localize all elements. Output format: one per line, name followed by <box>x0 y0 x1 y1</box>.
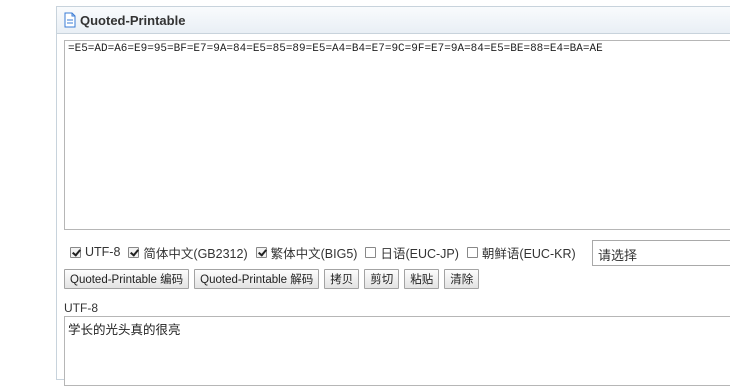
euc-jp-label: 日语(EUC-JP) <box>380 246 459 261</box>
decode-button[interactable]: Quoted-Printable 解码 <box>194 269 320 289</box>
charset-options: UTF-8 简体中文(GB2312) 繁体中文(BIG5) 日语(EUC-JP)… <box>70 240 584 264</box>
utf8-label: UTF-8 <box>85 245 121 259</box>
clear-button[interactable]: 清除 <box>444 269 480 289</box>
source-textarea[interactable]: =E5=AD=A6=E9=95=BF=E7=9A=84=E5=85=89=E5=… <box>64 40 730 230</box>
option-euc-jp[interactable]: 日语(EUC-JP) <box>365 243 459 262</box>
copy-button[interactable]: 拷贝 <box>324 269 360 289</box>
gb2312-checkbox[interactable] <box>128 246 140 258</box>
quoted-printable-panel: Quoted-Printable =E5=AD=A6=E9=95=BF=E7=9… <box>56 6 730 386</box>
euc-jp-checkbox[interactable] <box>365 246 377 258</box>
euc-kr-checkbox[interactable] <box>466 246 478 258</box>
output-charset-label: UTF-8 <box>64 301 98 315</box>
big5-checkbox[interactable] <box>255 246 267 258</box>
option-utf8[interactable]: UTF-8 <box>70 245 120 259</box>
charset-select[interactable]: 请选择 <box>592 240 730 266</box>
action-buttons: Quoted-Printable 编码 Quoted-Printable 解码 … <box>64 269 484 289</box>
panel-title: Quoted-Printable <box>80 12 186 28</box>
paste-button[interactable]: 粘贴 <box>404 269 440 289</box>
option-big5[interactable]: 繁体中文(BIG5) <box>255 243 358 262</box>
euc-kr-label: 朝鲜语(EUC-KR) <box>481 246 576 261</box>
utf8-checkbox[interactable] <box>70 246 81 258</box>
option-gb2312[interactable]: 简体中文(GB2312) <box>128 243 248 262</box>
cut-button[interactable]: 剪切 <box>364 269 400 289</box>
gb2312-label: 简体中文(GB2312) <box>143 246 248 261</box>
result-textarea[interactable]: 学长的光头真的很亮 <box>64 316 730 386</box>
big5-label: 繁体中文(BIG5) <box>270 246 358 261</box>
panel-header: Quoted-Printable <box>57 7 730 34</box>
document-icon <box>63 12 77 28</box>
option-euc-kr[interactable]: 朝鲜语(EUC-KR) <box>466 243 576 262</box>
encode-button[interactable]: Quoted-Printable 编码 <box>64 269 190 289</box>
